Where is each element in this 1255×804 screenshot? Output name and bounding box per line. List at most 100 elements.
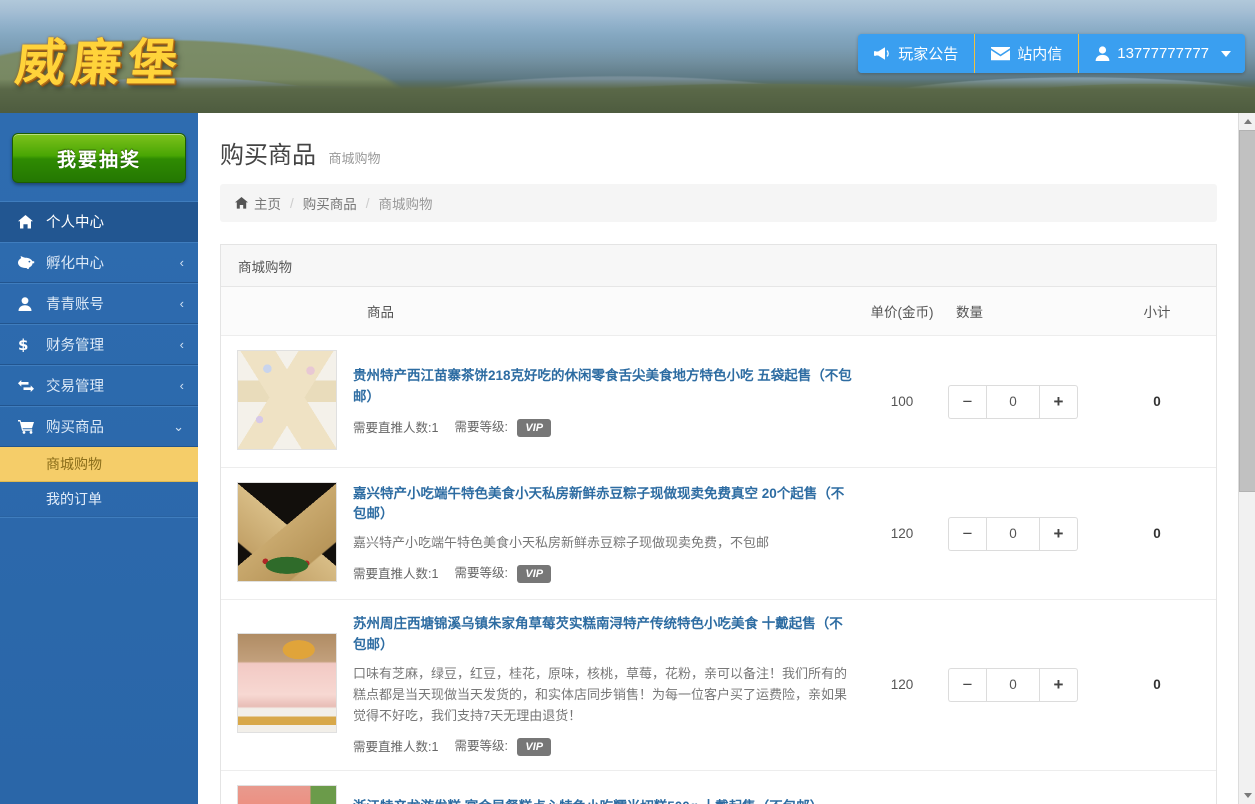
sidebar-arrow-finance: ‹	[180, 338, 184, 351]
breadcrumb-separator-2: /	[366, 196, 370, 211]
cell-subtotal: 0	[1098, 770, 1216, 804]
quantity-decrease-button[interactable]: −	[948, 385, 986, 419]
table-row: 浙江特产龙游发糕 宴会早餐糕点心特色小吃糯米切糕500g 十戴起售（不包邮） 浙…	[221, 770, 1216, 804]
cell-price: 120	[856, 600, 948, 771]
sidebar-subitem-my-orders[interactable]: 我的订单	[0, 482, 198, 517]
th-quantity: 数量	[948, 287, 1098, 336]
quantity-input[interactable]	[986, 668, 1040, 702]
cell-image	[221, 468, 353, 600]
product-referrals: 需要直推人数:1	[353, 736, 438, 755]
table-row: 嘉兴特产小吃端午特色美食小天私房新鲜赤豆粽子现做现卖免费真空 20个起售（不包邮…	[221, 468, 1216, 600]
header-actions: 玩家公告 站内信 13777777777	[858, 34, 1245, 73]
user-account-label: 13777777777	[1117, 45, 1209, 62]
status-badge: VIP	[517, 419, 551, 437]
home-icon	[235, 197, 248, 209]
product-thumbnail[interactable]	[237, 785, 337, 804]
sidebar-label-buy-products: 购买商品	[46, 416, 173, 437]
user-icon	[18, 297, 40, 311]
main-content: 购买商品 商城购物 主页 / 购买商品 / 商城购物 商城购物 商品	[198, 113, 1239, 804]
product-description: 口味有芝麻，绿豆，红豆，桂花，原味，核桃，草莓，花粉，亲可以备注！我们所有的糕点…	[353, 663, 856, 726]
quantity-input[interactable]	[986, 517, 1040, 551]
sidebar-divider	[0, 517, 198, 518]
sidebar-item-finance[interactable]: $ 财务管理 ‹	[0, 324, 198, 365]
quantity-increase-button[interactable]: +	[1040, 668, 1078, 702]
sidebar-item-account[interactable]: 青青账号 ‹	[0, 283, 198, 324]
scrollbar-up-button[interactable]	[1239, 113, 1255, 130]
dollar-icon: $	[18, 337, 40, 352]
envelope-icon	[991, 47, 1010, 61]
megaphone-icon	[874, 46, 891, 61]
sidebar-label-transactions: 交易管理	[46, 375, 180, 396]
quantity-input[interactable]	[986, 385, 1040, 419]
quantity-decrease-button[interactable]: −	[948, 517, 986, 551]
sidebar-arrow-account: ‹	[180, 297, 184, 310]
sidebar-subitem-mall-shopping[interactable]: 商城购物	[0, 447, 198, 482]
product-thumbnail[interactable]	[237, 350, 337, 450]
sidebar-arrow-incubation-center: ‹	[180, 256, 184, 269]
sidebar-item-incubation-center[interactable]: 孵化中心 ‹	[0, 242, 198, 283]
cell-image	[221, 770, 353, 804]
cell-subtotal: 0	[1098, 468, 1216, 600]
cell-price: 100	[856, 336, 948, 468]
page-scrollbar[interactable]	[1238, 113, 1255, 804]
sidebar: 我要抽奖 个人中心 孵化中心 ‹	[0, 113, 198, 804]
shop-table-body: 贵州特产西江苗寨茶饼218克好吃的休闲零食舌尖美食地方特色小吃 五袋起售（不包邮…	[221, 336, 1216, 804]
product-referrals: 需要直推人数:1	[353, 417, 438, 436]
player-announcement-label: 玩家公告	[898, 43, 958, 64]
page-header: 购买商品 商城购物	[198, 113, 1239, 170]
scrollbar-down-button[interactable]	[1239, 787, 1255, 804]
product-meta: 需要直推人数:1 需要等级: VIP	[353, 562, 856, 583]
product-level-label: 需要等级:	[454, 420, 507, 434]
page-title: 购买商品	[220, 135, 316, 170]
table-row: 苏州周庄西塘锦溪乌镇朱家角草莓芡实糕南浔特产传统特色小吃美食 十戴起售（不包邮）…	[221, 600, 1216, 771]
user-icon	[1095, 46, 1110, 61]
chevron-up-icon	[1244, 119, 1252, 124]
th-product: 商品	[353, 287, 856, 336]
product-thumbnail[interactable]	[237, 482, 337, 582]
product-level-label: 需要等级:	[454, 739, 507, 753]
site-logo[interactable]: 威廉堡	[11, 16, 220, 102]
shop-panel: 商城购物 商品 单价(金币) 数量 小计	[220, 244, 1217, 804]
quantity-increase-button[interactable]: +	[1040, 385, 1078, 419]
product-description: 嘉兴特产小吃端午特色美食小天私房新鲜赤豆粽子现做现卖免费，不包邮	[353, 532, 856, 553]
shop-table-head: 商品 单价(金币) 数量 小计	[221, 287, 1216, 336]
cell-quantity: − +	[948, 468, 1098, 600]
th-subtotal: 小计	[1098, 287, 1216, 336]
player-announcement-button[interactable]: 玩家公告	[858, 34, 975, 73]
status-badge: VIP	[517, 738, 551, 756]
breadcrumb-home[interactable]: 主页	[254, 193, 281, 213]
sidebar-arrow-transactions: ‹	[180, 379, 184, 392]
sidebar-item-personal-center[interactable]: 个人中心	[0, 201, 198, 242]
product-thumbnail[interactable]	[237, 633, 337, 733]
quantity-decrease-button[interactable]: −	[948, 668, 986, 702]
cell-product: 嘉兴特产小吃端午特色美食小天私房新鲜赤豆粽子现做现卖免费真空 20个起售（不包邮…	[353, 468, 856, 600]
exchange-icon	[18, 379, 40, 393]
inbox-button[interactable]: 站内信	[975, 34, 1079, 73]
product-level: 需要等级: VIP	[454, 735, 551, 756]
breadcrumb-separator-1: /	[290, 196, 294, 211]
cell-quantity: − +	[948, 600, 1098, 771]
product-level: 需要等级: VIP	[454, 416, 551, 437]
lottery-button[interactable]: 我要抽奖	[12, 133, 186, 183]
product-title-link[interactable]: 苏州周庄西塘锦溪乌镇朱家角草莓芡实糕南浔特产传统特色小吃美食 十戴起售（不包邮）	[353, 614, 856, 656]
breadcrumb: 主页 / 购买商品 / 商城购物	[220, 184, 1217, 222]
product-title-link[interactable]: 贵州特产西江苗寨茶饼218克好吃的休闲零食舌尖美食地方特色小吃 五袋起售（不包邮…	[353, 366, 856, 408]
user-account-button[interactable]: 13777777777	[1079, 34, 1245, 73]
scrollbar-thumb[interactable]	[1239, 130, 1255, 492]
quantity-increase-button[interactable]: +	[1040, 517, 1078, 551]
cell-product: 浙江特产龙游发糕 宴会早餐糕点心特色小吃糯米切糕500g 十戴起售（不包邮） 浙…	[353, 770, 856, 804]
sidebar-label-finance: 财务管理	[46, 334, 180, 355]
home-icon	[18, 215, 40, 229]
product-level-label: 需要等级:	[454, 566, 507, 580]
shop-table: 商品 单价(金币) 数量 小计 贵州特产西江苗寨茶饼218克好吃的休闲零食舌尖美…	[221, 287, 1216, 804]
product-referrals: 需要直推人数:1	[353, 563, 438, 582]
cell-quantity: − +	[948, 770, 1098, 804]
breadcrumb-level1[interactable]: 购买商品	[303, 193, 357, 213]
sidebar-item-transactions[interactable]: 交易管理 ‹	[0, 365, 198, 406]
product-title-link[interactable]: 嘉兴特产小吃端午特色美食小天私房新鲜赤豆粽子现做现卖免费真空 20个起售（不包邮…	[353, 484, 856, 526]
sidebar-item-buy-products[interactable]: 购买商品 ⌄	[0, 406, 198, 447]
sidebar-label-incubation-center: 孵化中心	[46, 252, 180, 273]
quantity-stepper: − +	[948, 517, 1078, 551]
product-title-link[interactable]: 浙江特产龙游发糕 宴会早餐糕点心特色小吃糯米切糕500g 十戴起售（不包邮）	[353, 797, 856, 804]
page-root: 威廉堡 玩家公告 站内信	[0, 0, 1255, 804]
